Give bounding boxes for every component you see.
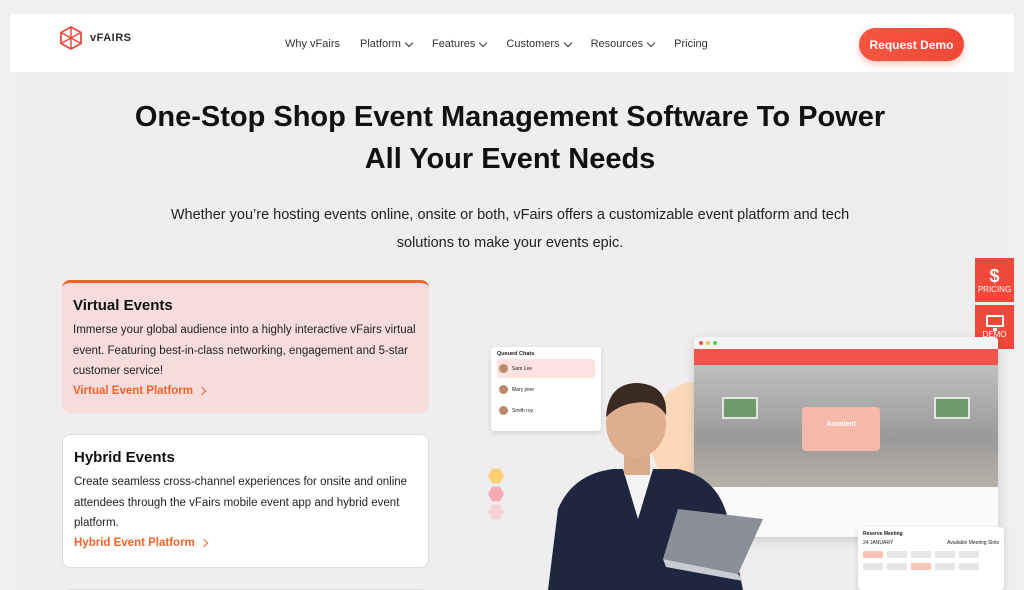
- card-description: Create seamless cross-channel experience…: [74, 476, 408, 529]
- window-dot-icon: [713, 341, 717, 345]
- chat-name: Mary jone: [512, 386, 534, 393]
- menu-item-label: Features: [431, 38, 476, 50]
- meeting-slot[interactable]: [935, 551, 955, 558]
- menu-item-platform[interactable]: Platform: [360, 38, 414, 50]
- avatar: [499, 385, 508, 394]
- card-title: Hybrid Events: [74, 449, 175, 466]
- meeting-slot[interactable]: [935, 563, 955, 570]
- browser-bar: [694, 337, 998, 349]
- meeting-slot[interactable]: [863, 551, 883, 558]
- booth-name: Accolent: [826, 421, 856, 428]
- hybrid-events-card[interactable]: Hybrid Events Create seamless cross-chan…: [62, 434, 429, 568]
- hexagon-icon: [488, 504, 504, 520]
- hall-window: [934, 397, 970, 419]
- menu-item-resources[interactable]: Resources: [590, 38, 656, 50]
- virtual-event-platform-link[interactable]: Virtual Event Platform: [73, 385, 418, 397]
- menu-item-features[interactable]: Features: [431, 38, 488, 50]
- menu-item-label: Why vFairs: [285, 38, 340, 50]
- title-line-2: All Your Event Needs: [364, 143, 656, 175]
- chevron-down-icon: [404, 38, 414, 47]
- logo[interactable]: vFAIRS: [58, 25, 132, 51]
- chevron-right-icon: [197, 386, 207, 395]
- menu-item-label: Platform: [360, 38, 401, 50]
- avatar: [499, 364, 508, 373]
- pricing-side-tab[interactable]: $ PRICING: [975, 258, 1014, 302]
- presenter-with-laptop-image: [548, 383, 763, 590]
- menu-item-label: Pricing: [674, 38, 708, 50]
- chat-name: Sam Lee: [512, 365, 533, 372]
- main-menu: Why vFairs Platform Features Customers R…: [285, 38, 708, 50]
- meeting-slot[interactable]: [911, 551, 931, 558]
- monitor-icon: [985, 315, 1004, 331]
- meeting-slot[interactable]: [887, 563, 907, 570]
- top-navbar: vFAIRS Why vFairs Platform Features Cust…: [10, 14, 1014, 72]
- chevron-down-icon: [646, 38, 656, 47]
- menu-item-label: Resources: [590, 38, 644, 50]
- chat-card-title: Queued Chats: [497, 351, 535, 357]
- subtitle-line-2: solutions to make your events epic.: [396, 235, 624, 251]
- meeting-slot[interactable]: [959, 551, 979, 558]
- chat-name: Smith roy: [512, 407, 534, 414]
- hybrid-event-platform-link[interactable]: Hybrid Event Platform: [74, 537, 417, 549]
- menu-item-label: Customers: [506, 38, 560, 50]
- hero-subtitle: Whether you’re hosting events online, on…: [120, 201, 900, 257]
- window-dot-icon: [706, 341, 710, 345]
- hexagon-icon: [488, 468, 504, 484]
- title-line-1: One-Stop Shop Event Management Software …: [134, 101, 886, 133]
- meeting-slot[interactable]: [911, 563, 931, 570]
- event-nav-bar: [694, 349, 998, 365]
- card-title: Virtual Events: [73, 297, 173, 314]
- dollar-icon: $: [989, 265, 1000, 286]
- subtitle-line-1: Whether you’re hosting events online, on…: [170, 207, 850, 223]
- meeting-slots-label: Available Meeting Slots: [947, 540, 999, 546]
- meeting-slot[interactable]: [887, 551, 907, 558]
- card-description: Immerse your global audience into a high…: [73, 324, 416, 377]
- chevron-right-icon: [199, 538, 209, 547]
- vfairs-cube-icon: [60, 25, 82, 51]
- slot-row: [863, 551, 999, 558]
- meeting-slot[interactable]: [863, 563, 883, 570]
- link-label: Hybrid Event Platform: [74, 536, 195, 549]
- link-label: Virtual Event Platform: [73, 384, 193, 397]
- meeting-slot[interactable]: [959, 563, 979, 570]
- menu-item-why-vfairs[interactable]: Why vFairs: [285, 38, 340, 50]
- avatar: [499, 406, 508, 415]
- booth-stage: Accolent: [802, 407, 880, 451]
- reserve-meeting-card: Reserve Meeting 24 JANUARY Available Mee…: [858, 527, 1004, 590]
- virtual-events-card[interactable]: Virtual Events Immerse your global audie…: [62, 280, 429, 413]
- page-frame: vFAIRS Why vFairs Platform Features Cust…: [10, 14, 1014, 590]
- page-title: One-Stop Shop Event Management Software …: [70, 96, 950, 180]
- hexagon-icon: [488, 486, 504, 502]
- menu-item-pricing[interactable]: Pricing: [674, 38, 708, 50]
- meeting-title: Reserve Meeting: [863, 531, 903, 537]
- chevron-down-icon: [563, 38, 572, 47]
- window-dot-icon: [699, 341, 703, 345]
- meeting-date: 24 JANUARY: [863, 540, 894, 546]
- meeting-header: 24 JANUARY Available Meeting Slots: [863, 540, 999, 546]
- menu-item-customers[interactable]: Customers: [506, 38, 572, 50]
- slot-row: [863, 563, 999, 570]
- pricing-tab-label: PRICING: [977, 284, 1012, 294]
- logo-text: vFAIRS: [90, 32, 132, 44]
- chevron-down-icon: [479, 38, 488, 47]
- request-demo-button[interactable]: Request Demo: [859, 28, 964, 61]
